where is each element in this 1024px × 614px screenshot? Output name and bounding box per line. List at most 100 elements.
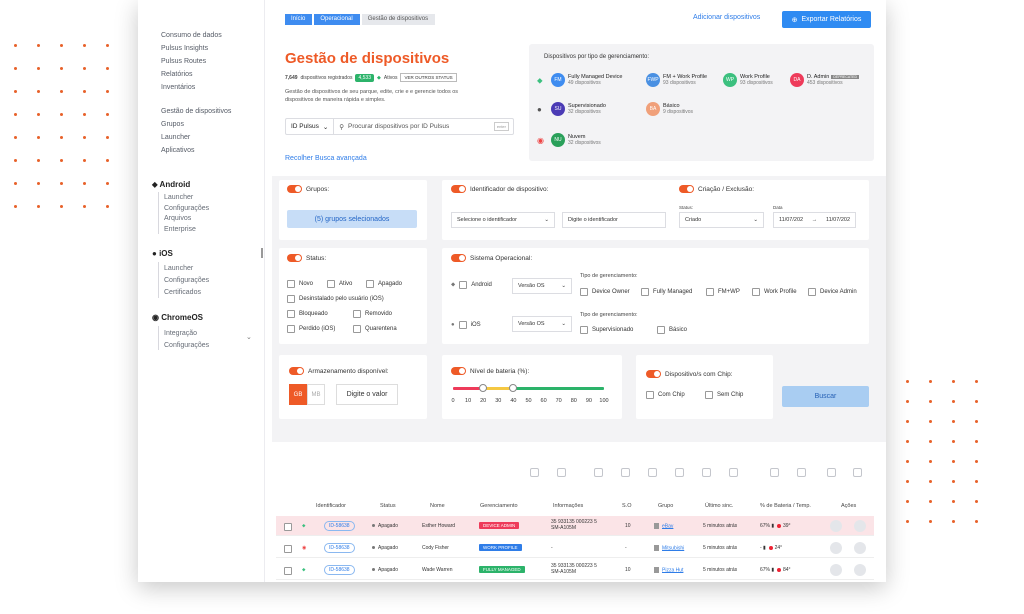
column-header[interactable]: S.O — [622, 503, 631, 509]
column-header[interactable]: Identificador — [316, 503, 346, 509]
edit-icon[interactable] — [729, 468, 738, 477]
group-link[interactable]: Mitsubishi — [654, 545, 684, 551]
row-checkbox[interactable] — [284, 545, 296, 553]
column-header[interactable]: Último sinc. — [705, 503, 733, 509]
mgmt-device-owner-checkbox[interactable]: Device Owner — [580, 288, 630, 296]
row-checkbox[interactable] — [284, 567, 296, 575]
android-version-select[interactable]: Versão OS ⌄ — [512, 278, 572, 294]
sidebar-section-android[interactable]: ⬥ Android — [152, 180, 190, 190]
sidebar-item-insights[interactable]: Pulsus Insights — [161, 45, 208, 52]
sidebar-item-routes[interactable]: Pulsus Routes — [161, 58, 206, 65]
management-fwp[interactable]: FWP FM + Work Profile 93 dispositivos — [646, 73, 707, 87]
groups-select-button[interactable]: (5) grupos selecionados — [287, 210, 417, 228]
sidebar-chromeos-config[interactable]: Configurações — [164, 342, 209, 349]
chevron-down-icon[interactable]: ⌄ — [246, 333, 252, 341]
see-other-status-button[interactable]: VER OUTROS STATUS — [400, 73, 457, 82]
management-fm[interactable]: ⬥ FM Fully Managed Device 49 dispositivos — [537, 73, 622, 87]
management-da[interactable]: DA D. Admin DEPRECATED 453 dispositivos — [790, 73, 859, 87]
sidebar-android-config[interactable]: Configurações — [164, 205, 209, 212]
status-desinstalado-checkbox[interactable]: Desinstalado pelo usuário (iOS) — [287, 295, 384, 303]
search-input[interactable]: ⚲ Procurar dispositivos por ID Pulsus — [334, 123, 494, 131]
sidebar-scrollbar[interactable] — [261, 248, 263, 258]
os-android-checkbox[interactable]: ⬥ Android — [451, 281, 492, 289]
device-id-link[interactable]: ID-58638 — [324, 543, 355, 553]
battery-toggle[interactable] — [451, 367, 466, 375]
storage-value-input[interactable]: Digite o valor — [336, 384, 398, 405]
padlock-icon[interactable] — [797, 468, 806, 477]
user-icon[interactable] — [702, 468, 711, 477]
creation-toggle[interactable] — [679, 185, 694, 193]
os-ios-checkbox[interactable]: ● iOS — [451, 321, 481, 329]
emoji-icon[interactable] — [530, 468, 539, 477]
id-type-select[interactable]: ID Pulsus ⌄ — [286, 119, 335, 134]
wrench-icon[interactable] — [557, 468, 566, 477]
tablet-icon[interactable] — [827, 468, 836, 477]
status-removido-checkbox[interactable]: Removido — [353, 310, 392, 318]
ios-version-select[interactable]: Versão OS ⌄ — [512, 316, 572, 332]
identifier-select[interactable]: Selecione o identificador ⌄ — [451, 212, 555, 228]
unit-gb-button[interactable]: GB — [289, 384, 307, 405]
status-toggle[interactable] — [287, 254, 302, 262]
sidebar-ios-config[interactable]: Configurações — [164, 277, 209, 284]
status-apagado-checkbox[interactable]: Apagado — [366, 280, 402, 288]
refresh-icon[interactable] — [648, 468, 657, 477]
group-link[interactable]: eBay — [654, 523, 673, 529]
date-range-input[interactable]: 11/07/202 → 11/07/202 — [773, 212, 856, 228]
sidebar-ios-certificados[interactable]: Certificados — [164, 289, 201, 296]
creation-status-select[interactable]: Criado ⌄ — [679, 212, 764, 228]
location-button[interactable] — [854, 520, 866, 532]
message-icon[interactable] — [675, 468, 684, 477]
table-row[interactable]: ⬥ ID-58638 Apagado Esther Howard DEVICE ADMI… — [276, 516, 874, 536]
management-ba[interactable]: BA Básico 9 dispositivos — [646, 102, 693, 116]
breadcrumb-inicio[interactable]: Início — [285, 14, 313, 25]
column-header[interactable]: Nome — [430, 503, 445, 509]
device-button[interactable] — [830, 564, 842, 576]
sidebar-android-launcher[interactable]: Launcher — [164, 194, 193, 201]
status-quarentena-checkbox[interactable]: Quarentena — [353, 325, 397, 333]
management-su[interactable]: ● SU Supervisionado 32 dispositivos — [537, 102, 606, 116]
sidebar-chromeos-integracao[interactable]: Integração — [164, 330, 197, 337]
breadcrumb-operacional[interactable]: Operacional — [314, 14, 360, 25]
device-id-link[interactable]: ID-58638 — [324, 565, 355, 575]
unit-mb-button[interactable]: MB — [307, 384, 325, 405]
chip-toggle[interactable] — [646, 370, 661, 378]
identifier-toggle[interactable] — [451, 185, 466, 193]
column-header[interactable]: Status — [380, 503, 396, 509]
storage-toggle[interactable] — [289, 367, 304, 375]
sidebar-item-grupos[interactable]: Grupos — [161, 121, 184, 128]
groups-toggle[interactable] — [287, 185, 302, 193]
lock-icon[interactable] — [594, 468, 603, 477]
status-novo-checkbox[interactable]: Novo — [287, 280, 313, 288]
chip-com-checkbox[interactable]: Com Chip — [646, 391, 685, 399]
sidebar-item-aplicativos[interactable]: Aplicativos — [161, 147, 194, 154]
column-header[interactable]: % de Bateria / Temp. — [760, 503, 811, 509]
location-button[interactable] — [854, 542, 866, 554]
group-link[interactable]: Pizza Hut — [654, 567, 683, 573]
location-button[interactable] — [854, 564, 866, 576]
column-header[interactable]: Gerenciamento — [480, 503, 518, 509]
sidebar-android-arquivos[interactable]: Arquivos — [164, 215, 191, 222]
sidebar-section-ios[interactable]: ● iOS — [152, 249, 173, 258]
mgmt-fully-managed-checkbox[interactable]: Fully Managed — [641, 288, 692, 296]
device-button[interactable] — [830, 542, 842, 554]
mgmt-supervisionado-checkbox[interactable]: Supervisionado — [580, 326, 633, 334]
search-button[interactable]: Buscar — [782, 386, 869, 407]
device-id-link[interactable]: ID-58638 — [324, 521, 355, 531]
column-header[interactable]: Informações — [553, 503, 583, 509]
column-header[interactable]: Grupo — [658, 503, 673, 509]
row-checkbox[interactable] — [284, 523, 296, 531]
export-reports-button[interactable]: ⊕ Exportar Relatórios — [782, 11, 871, 28]
status-bloqueado-checkbox[interactable]: Bloqueado — [287, 310, 328, 318]
mgmt-basico-checkbox[interactable]: Básico — [657, 326, 687, 334]
status-perdido-checkbox[interactable]: Perdido (iOS) — [287, 325, 335, 333]
management-wp[interactable]: WP Work Profile 93 dispositivos — [723, 73, 773, 87]
sidebar-section-chromeos[interactable]: ◉ ChromeOS — [152, 313, 203, 322]
sidebar-item-relatorios[interactable]: Relatórios — [161, 71, 193, 78]
column-header[interactable]: Ações — [841, 503, 856, 509]
status-ativo-checkbox[interactable]: Ativo — [327, 280, 352, 288]
identifier-input[interactable]: Digite o identificador — [562, 212, 666, 228]
gear-icon[interactable] — [621, 468, 630, 477]
trash-icon[interactable] — [853, 468, 862, 477]
mgmt-work-profile-checkbox[interactable]: Work Profile — [752, 288, 797, 296]
phone-icon[interactable] — [770, 468, 779, 477]
